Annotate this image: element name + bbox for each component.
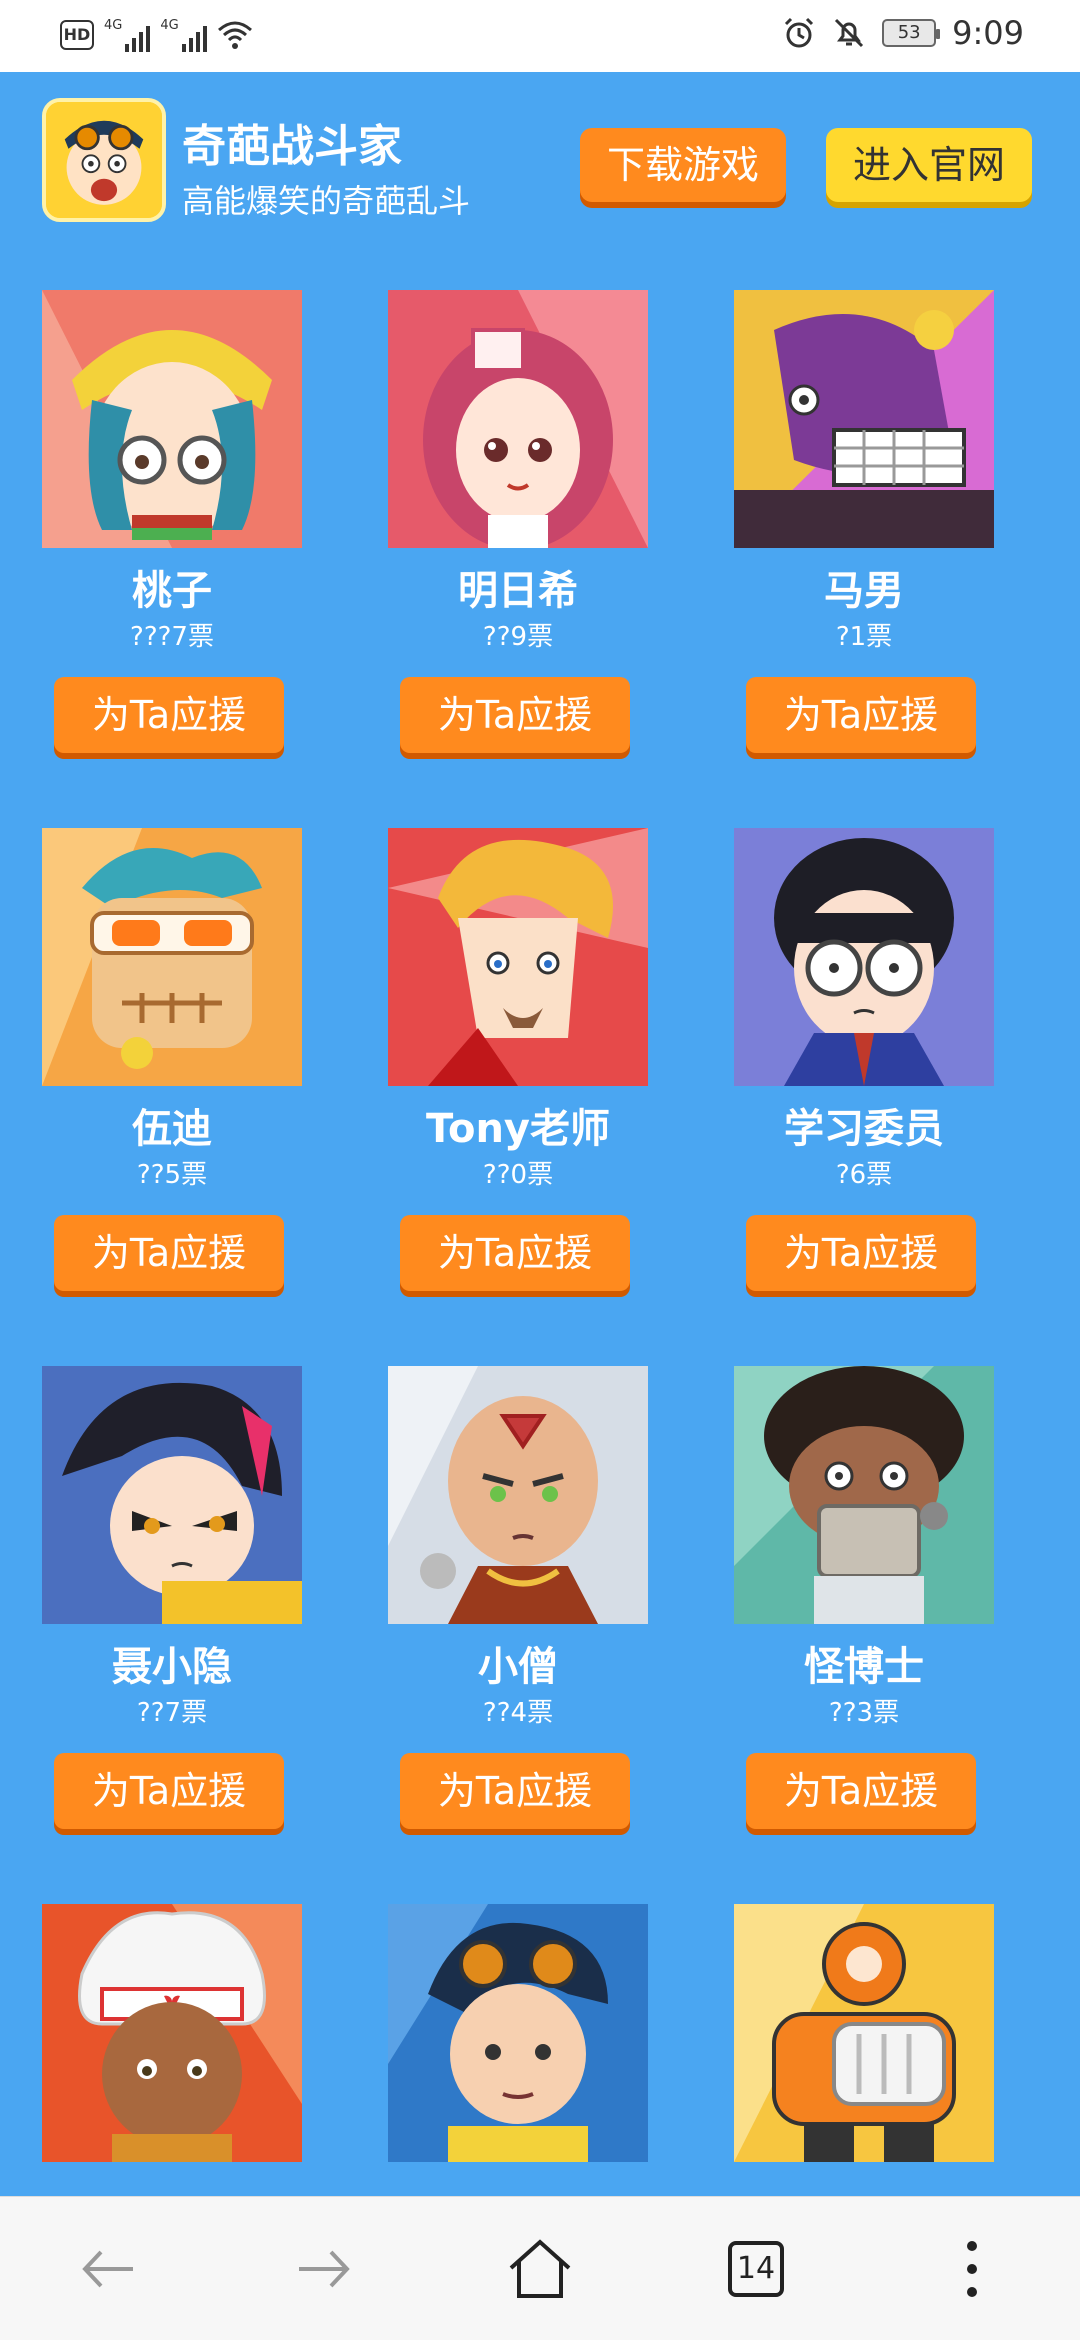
official-site-button[interactable]: 进入官网 bbox=[826, 128, 1032, 202]
vote-count: ??5票 bbox=[136, 1160, 208, 1190]
support-button[interactable]: 为Ta应援 bbox=[54, 677, 284, 753]
app-title: 奇葩战斗家 bbox=[182, 121, 402, 172]
character-portrait-wudi[interactable] bbox=[42, 828, 302, 1086]
home-icon bbox=[509, 2239, 571, 2298]
character-portrait-manan[interactable] bbox=[734, 290, 994, 548]
network-type-label: 4G bbox=[104, 18, 123, 33]
character-portrait-taozi[interactable] bbox=[42, 290, 302, 548]
vote-count: ??4票 bbox=[482, 1698, 554, 1728]
home-button[interactable] bbox=[500, 2233, 580, 2305]
app-subtitle: 高能爆笑的奇葩乱斗 bbox=[182, 182, 471, 220]
character-portrait-tony[interactable] bbox=[388, 828, 648, 1086]
character-portrait-10[interactable] bbox=[42, 1904, 302, 2162]
character-name: 聂小隐 bbox=[112, 1644, 232, 1690]
tabs-count-icon: 14 bbox=[728, 2241, 784, 2297]
network-type-label-2: 4G bbox=[160, 18, 179, 33]
alarm-icon bbox=[785, 17, 814, 48]
vote-count: ?1票 bbox=[835, 622, 893, 652]
character-name: 学习委员 bbox=[784, 1106, 944, 1152]
hd-icon: HD bbox=[60, 20, 94, 50]
character-portrait-xuexiweiyuan[interactable] bbox=[734, 828, 994, 1086]
menu-button[interactable] bbox=[932, 2233, 1012, 2305]
character-name: 伍迪 bbox=[132, 1106, 212, 1152]
support-button[interactable]: 为Ta应援 bbox=[746, 677, 976, 753]
character-portrait-mingrixi[interactable] bbox=[388, 290, 648, 548]
more-vertical-icon bbox=[967, 2241, 977, 2297]
status-bar: HD 4G 4G 53 9:09 bbox=[0, 0, 1080, 72]
vote-count: ???7票 bbox=[130, 622, 214, 652]
support-button[interactable]: 为Ta应援 bbox=[746, 1753, 976, 1829]
support-button[interactable]: 为Ta应援 bbox=[54, 1215, 284, 1291]
status-right: 53 9:09 bbox=[782, 14, 1024, 52]
tabs-button[interactable]: 14 bbox=[716, 2233, 796, 2305]
vote-count: ??9票 bbox=[482, 622, 554, 652]
signal-icon: 4G bbox=[104, 18, 151, 52]
support-button[interactable]: 为Ta应援 bbox=[400, 1215, 630, 1291]
app-header: 奇葩战斗家 高能爆笑的奇葩乱斗 下载游戏 进入官网 bbox=[0, 72, 1080, 242]
character-name: 明日希 bbox=[458, 568, 578, 614]
arrow-left-icon bbox=[82, 2250, 133, 2288]
back-button[interactable] bbox=[68, 2233, 148, 2305]
wifi-icon bbox=[217, 21, 252, 49]
status-left: HD 4G 4G bbox=[60, 18, 253, 52]
character-portrait-12[interactable] bbox=[734, 1904, 994, 2162]
download-game-button[interactable]: 下载游戏 bbox=[580, 128, 786, 202]
arrow-right-icon bbox=[299, 2250, 350, 2288]
app-logo-icon[interactable] bbox=[42, 98, 166, 222]
support-button[interactable]: 为Ta应援 bbox=[400, 677, 630, 753]
vote-count: ?6票 bbox=[835, 1160, 893, 1190]
character-name: 怪博士 bbox=[804, 1644, 924, 1690]
character-name: 小僧 bbox=[478, 1644, 558, 1690]
support-button[interactable]: 为Ta应援 bbox=[400, 1753, 630, 1829]
signal-icon-2: 4G bbox=[160, 18, 207, 52]
mute-bell-icon bbox=[835, 18, 864, 48]
support-button[interactable]: 为Ta应援 bbox=[54, 1753, 284, 1829]
character-portrait-11[interactable] bbox=[388, 1904, 648, 2162]
character-portrait-xiaoseng[interactable] bbox=[388, 1366, 648, 1624]
character-name: 桃子 bbox=[132, 568, 212, 614]
forward-button[interactable] bbox=[284, 2233, 364, 2305]
character-portrait-niexiaoyin[interactable] bbox=[42, 1366, 302, 1624]
vote-count: ??7票 bbox=[136, 1698, 208, 1728]
character-name: 马男 bbox=[824, 568, 904, 614]
browser-bottom-nav: 14 bbox=[0, 2196, 1080, 2340]
vote-count: ??3票 bbox=[828, 1698, 900, 1728]
character-name: Tony老师 bbox=[425, 1106, 610, 1152]
vote-count: ??0票 bbox=[482, 1160, 554, 1190]
character-portrait-guaiboshi[interactable] bbox=[734, 1366, 994, 1624]
support-button[interactable]: 为Ta应援 bbox=[746, 1215, 976, 1291]
clock: 9:09 bbox=[952, 14, 1024, 52]
battery-icon: 53 bbox=[882, 19, 941, 47]
